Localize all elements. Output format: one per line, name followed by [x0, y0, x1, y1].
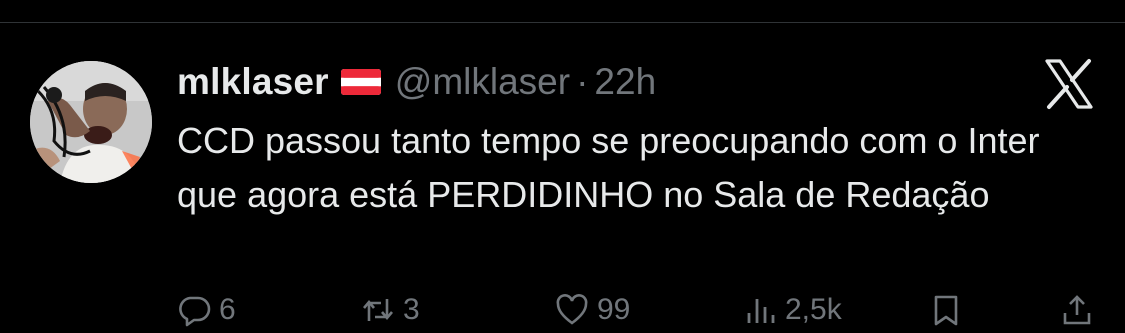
like-count: 99 — [597, 293, 631, 326]
reply-count: 6 — [219, 293, 236, 326]
views-button[interactable]: 2,5k — [743, 293, 842, 327]
timestamp[interactable]: 22h — [594, 61, 656, 103]
tweet[interactable]: mlklaser @mlklaser · 22h CCD passou tant… — [0, 23, 1125, 327]
bookmark-icon — [929, 293, 963, 327]
avatar[interactable] — [30, 61, 152, 183]
retweet-button[interactable]: 3 — [361, 293, 420, 327]
tweet-header: mlklaser @mlklaser · 22h — [177, 60, 656, 104]
share-icon — [1060, 293, 1094, 327]
heart-icon — [555, 293, 589, 327]
bookmark-button[interactable] — [929, 293, 963, 327]
share-button[interactable] — [1060, 293, 1094, 327]
like-button[interactable]: 99 — [555, 293, 630, 327]
reply-button[interactable]: 6 — [177, 293, 236, 327]
retweet-count: 3 — [403, 293, 420, 326]
retweet-icon — [361, 293, 395, 327]
separator-dot: · — [576, 61, 589, 102]
tweet-text: CCD passou tanto tempo se preocupando co… — [177, 120, 1040, 215]
views-icon — [743, 293, 777, 327]
avatar-photo — [30, 61, 152, 183]
reply-icon — [177, 293, 211, 327]
display-name[interactable]: mlklaser — [177, 61, 329, 103]
x-logo-icon — [1043, 58, 1095, 110]
views-count: 2,5k — [785, 293, 842, 326]
handle[interactable]: @mlklaser — [395, 61, 570, 103]
tweet-actions: 6 3 99 2,5k — [177, 293, 1097, 333]
austria-flag-icon — [340, 69, 381, 95]
